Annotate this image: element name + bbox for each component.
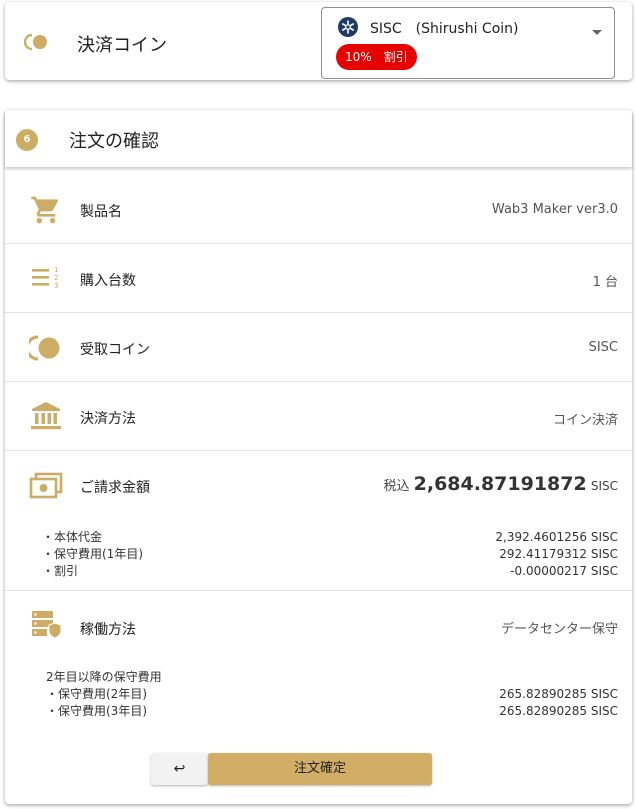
- quantity-value: 1 台: [592, 275, 618, 290]
- discount-badge: 10% 割引: [336, 44, 417, 70]
- maintenance-label: ・保守費用(2年目): [46, 687, 147, 701]
- numbered-list-icon: 1 2 3: [32, 266, 58, 290]
- quantity-label: 購入台数: [80, 273, 136, 289]
- order-confirmation-card: 6 注文の確認 製品名 Wab3 Maker ver3.0 1 2 3 購入台数…: [5, 110, 632, 804]
- product-label: 製品名: [80, 204, 122, 220]
- total-amount: 2,684.87191872: [413, 473, 587, 495]
- breakdown-value: -0.00000217 SISC: [510, 564, 618, 578]
- coin-icon: [24, 33, 47, 51]
- billing-breakdown-labels: ・本体代金 ・保守費用(1年目) ・割引: [42, 529, 143, 580]
- total-unit: SISC: [590, 479, 618, 493]
- chevron-down-icon: [592, 30, 602, 35]
- step-number: 6: [16, 129, 38, 151]
- breakdown-value: 2,392.4601256 SISC: [495, 530, 618, 544]
- confirm-order-button[interactable]: 注文確定: [208, 753, 432, 785]
- maintenance-values: 265.82890285 SISC 265.82890285 SISC: [499, 686, 618, 720]
- bank-icon: [31, 402, 61, 430]
- svg-text:1: 1: [54, 266, 58, 274]
- coin-icon: [29, 335, 60, 361]
- maintenance-value: 265.82890285 SISC: [499, 687, 618, 701]
- confirmation-header: 6 注文の確認: [5, 110, 632, 167]
- billing-row: ご請求金額 税込 2,684.87191872 SISC ・本体代金 ・保守費用…: [5, 451, 632, 591]
- payment-method-row: 決済方法 コイン決済: [5, 382, 632, 451]
- billing-breakdown-values: 2,392.4601256 SISC 292.41179312 SISC -0.…: [495, 529, 618, 580]
- cart-icon: [31, 196, 59, 224]
- maintenance-note: 2年目以降の保守費用: [46, 670, 162, 684]
- billing-label: ご請求金額: [80, 480, 150, 496]
- maintenance-value: 265.82890285 SISC: [499, 704, 618, 718]
- money-icon: [29, 472, 63, 499]
- payment-coin-card: 決済コイン SISC (Shirushi Coin) 10% 割引: [5, 2, 632, 80]
- payment-method-value: コイン決済: [552, 413, 618, 428]
- breakdown-label: ・本体代金: [42, 530, 103, 544]
- breakdown-label: ・割引: [42, 564, 79, 578]
- sisc-logo-icon: [338, 17, 358, 37]
- coin-select[interactable]: SISC (Shirushi Coin) 10% 割引: [321, 7, 615, 79]
- product-row: 製品名 Wab3 Maker ver3.0: [5, 175, 632, 244]
- operation-value: データセンター保守: [500, 622, 618, 637]
- svg-text:3: 3: [54, 282, 58, 290]
- maintenance-labels: 2年目以降の保守費用 ・保守費用(2年目) ・保守費用(3年目): [46, 669, 162, 720]
- operation-label: 稼働方法: [80, 622, 136, 638]
- product-value: Wab3 Maker ver3.0: [491, 202, 618, 217]
- server-shield-icon: [32, 611, 62, 639]
- receive-coin-label: 受取コイン: [80, 342, 150, 358]
- breakdown-label: ・保守費用(1年目): [42, 547, 143, 561]
- payment-method-label: 決済方法: [80, 411, 136, 427]
- quantity-row: 1 2 3 購入台数 1 台: [5, 244, 632, 313]
- operation-row: 稼働方法 データセンター保守 2年目以降の保守費用 ・保守費用(2年目) ・保守…: [5, 591, 632, 738]
- tax-included-label: 税込: [383, 479, 410, 494]
- receive-coin-value: SISC: [588, 340, 618, 355]
- svg-text:2: 2: [54, 274, 58, 282]
- breakdown-value: 292.41179312 SISC: [499, 547, 618, 561]
- maintenance-label: ・保守費用(3年目): [46, 704, 147, 718]
- confirmation-title: 注文の確認: [69, 131, 159, 152]
- selected-coin: SISC (Shirushi Coin): [370, 21, 519, 37]
- billing-total: 税込 2,684.87191872 SISC: [383, 473, 618, 495]
- receive-coin-row: 受取コイン SISC: [5, 313, 632, 382]
- back-button[interactable]: ↩: [151, 753, 208, 785]
- payment-coin-label: 決済コイン: [77, 35, 167, 56]
